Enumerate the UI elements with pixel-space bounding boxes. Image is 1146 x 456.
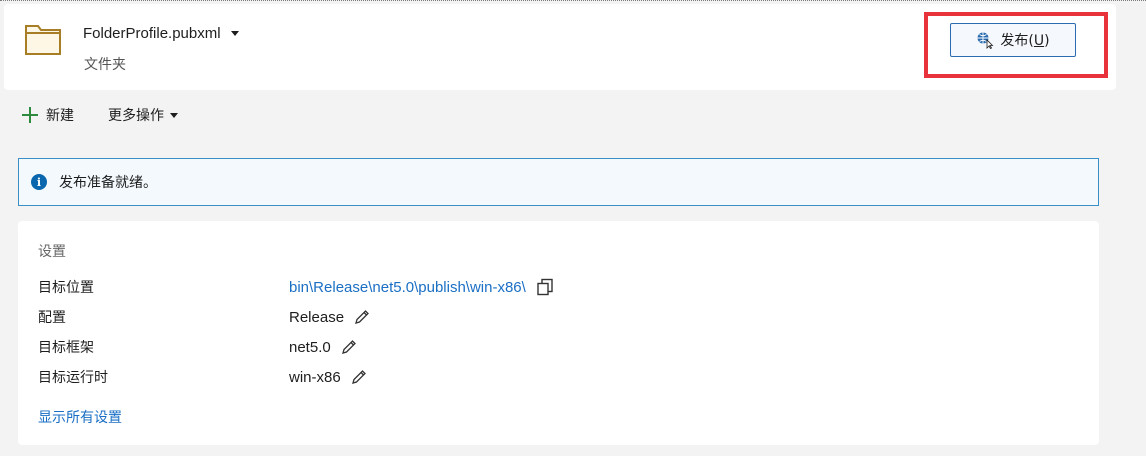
profile-type: 文件夹 <box>84 57 126 73</box>
setting-label: 目标运行时 <box>38 370 108 386</box>
info-bar: i 发布准备就绪。 <box>18 158 1099 206</box>
copy-icon[interactable] <box>536 278 554 296</box>
publish-globe-icon <box>977 32 994 49</box>
chevron-down-icon <box>170 112 178 118</box>
toolbar: 新建 更多操作 <box>22 105 178 125</box>
publish-button[interactable]: 发布(U) <box>950 23 1076 57</box>
new-label: 新建 <box>46 108 74 124</box>
setting-label: 配置 <box>38 310 66 326</box>
pencil-icon[interactable] <box>351 369 367 385</box>
chevron-down-icon <box>230 31 239 36</box>
profile-name: FolderProfile.pubxml <box>83 25 221 42</box>
setting-label: 目标位置 <box>38 280 94 296</box>
target-location-link[interactable]: bin\Release\net5.0\publish\win-x86\ <box>289 279 526 296</box>
more-actions-button[interactable]: 更多操作 <box>108 105 178 125</box>
publish-label: 发布(U) <box>1000 33 1050 49</box>
target-runtime-value: win-x86 <box>289 368 341 386</box>
settings-panel: 设置 目标位置 bin\Release\net5.0\publish\win-x… <box>18 221 1099 445</box>
setting-label: 目标框架 <box>38 340 94 356</box>
new-button[interactable]: 新建 <box>22 105 74 125</box>
info-message: 发布准备就绪。 <box>59 175 157 191</box>
settings-title: 设置 <box>38 244 66 260</box>
setting-row-target-runtime: 目标运行时 win-x86 <box>38 367 367 387</box>
folder-icon <box>25 25 61 55</box>
pencil-icon[interactable] <box>354 309 370 325</box>
target-framework-value: net5.0 <box>289 338 331 356</box>
setting-row-configuration: 配置 Release <box>38 307 370 327</box>
configuration-value: Release <box>289 308 345 326</box>
show-all-settings-link[interactable]: 显示所有设置 <box>38 407 122 427</box>
info-icon: i <box>31 174 47 190</box>
setting-row-target-framework: 目标框架 net5.0 <box>38 337 357 357</box>
setting-row-target-location: 目标位置 bin\Release\net5.0\publish\win-x86\ <box>38 277 554 297</box>
plus-icon <box>22 107 38 123</box>
profile-selector[interactable]: FolderProfile.pubxml <box>83 25 239 42</box>
more-actions-label: 更多操作 <box>108 108 164 124</box>
pencil-icon[interactable] <box>341 339 357 355</box>
